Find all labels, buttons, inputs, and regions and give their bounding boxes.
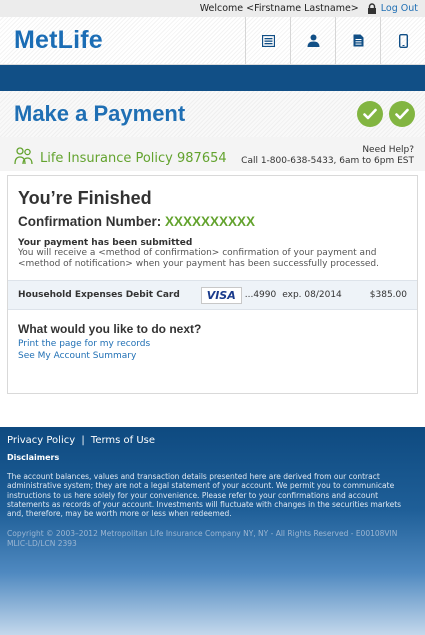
document-icon[interactable] <box>335 17 380 64</box>
logout-link[interactable]: Log Out <box>381 3 418 14</box>
user-icon[interactable] <box>290 17 335 64</box>
policy-info: Life Insurance Policy 987654 <box>14 147 227 169</box>
confirmation-label: Confirmation Number: <box>18 214 162 229</box>
metlife-logo[interactable]: MetLife <box>0 17 245 64</box>
next-steps-title: What would you like to do next? <box>18 322 202 336</box>
help-contact: Need Help? Call 1-800-638-5433, 6am to 6… <box>241 145 414 167</box>
family-icon <box>14 147 34 169</box>
policy-label: Life Insurance Policy 987654 <box>40 150 227 166</box>
payment-amount: $385.00 <box>369 290 407 300</box>
page-title: Make a Payment <box>14 101 186 126</box>
print-page-link[interactable]: Print the page for my records <box>18 338 407 350</box>
lock-icon <box>367 3 377 14</box>
list-icon[interactable] <box>245 17 290 64</box>
disclaimer-text: The account balances, values and transac… <box>7 472 402 519</box>
privacy-policy-link[interactable]: Privacy Policy <box>7 435 75 446</box>
mobile-icon[interactable] <box>380 17 425 64</box>
policy-row: Life Insurance Policy 987654 Need Help? … <box>0 137 425 171</box>
step-complete-check-icon <box>389 101 415 127</box>
step-progress <box>357 101 415 127</box>
finished-heading: You’re Finished <box>18 188 152 208</box>
card-expiry: exp. 08/2014 <box>282 290 342 300</box>
footer-links: Privacy Policy | Terms of Use <box>7 435 418 446</box>
confirmation-line: Confirmation Number: XXXXXXXXXX <box>18 214 407 229</box>
welcome-text: Welcome <Firstname Lastname> <box>199 3 359 14</box>
disclaimers-title: Disclaimers <box>7 453 60 462</box>
copyright-text: Copyright © 2003–2012 Metropolitan Life … <box>7 529 398 548</box>
page-title-bar: Make a Payment <box>0 91 425 137</box>
terms-of-use-link[interactable]: Terms of Use <box>91 435 155 446</box>
card-number: ...4990 <box>244 290 277 300</box>
site-header: MetLife <box>0 17 425 65</box>
payment-account: Household Expenses Debit Card <box>18 290 180 300</box>
confirmation-card: You’re Finished Confirmation Number: XXX… <box>7 175 418 394</box>
account-summary-link[interactable]: See My Account Summary <box>18 350 407 362</box>
visa-icon: VISA <box>200 286 242 304</box>
help-title: Need Help? <box>362 145 414 155</box>
step-complete-check-icon <box>357 101 383 127</box>
submitted-message: You will receive a <method of confirmati… <box>18 248 380 269</box>
help-phone[interactable]: Call 1-800-638-5433, 6am to 6pm EST <box>241 156 414 167</box>
site-footer: Privacy Policy | Terms of Use Disclaimer… <box>0 427 425 635</box>
footer-separator: | <box>81 435 85 446</box>
payment-summary-row: Household Expenses Debit Card VISA ...49… <box>8 280 417 310</box>
confirmation-number: XXXXXXXXXX <box>165 214 256 229</box>
welcome-bar: Welcome <Firstname Lastname> Log Out <box>0 0 425 17</box>
header-band <box>0 65 425 91</box>
submitted-title: Your payment has been submitted <box>18 238 193 248</box>
